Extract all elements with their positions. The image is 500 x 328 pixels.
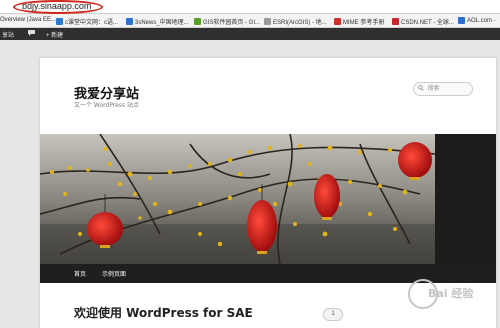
address-bar[interactable]: bdjy.sinaapp.com xyxy=(0,0,500,14)
bookmark-icon xyxy=(334,18,341,25)
bookmark-icon xyxy=(458,17,465,24)
lanterns-banner-image xyxy=(40,134,496,264)
nav-item-sample-page[interactable]: 示例页面 xyxy=(102,269,126,278)
address-highlight xyxy=(13,0,103,14)
nav-item-home[interactable]: 首页 xyxy=(74,269,86,278)
search-input[interactable]: 搜索 xyxy=(413,82,473,96)
bookmark-item[interactable]: GIS软件园首页 - GI... xyxy=(194,17,260,26)
bookmark-item[interactable]: AOL.com - xyxy=(458,17,496,24)
bookmark-item[interactable]: MIME 参考手册 xyxy=(334,17,384,26)
comment-count-bubble[interactable]: 1 xyxy=(323,308,343,321)
bookmark-icon xyxy=(126,18,133,25)
search-icon xyxy=(418,85,424,92)
search-placeholder: 搜索 xyxy=(427,86,440,92)
header-image xyxy=(40,134,496,264)
admin-new-link[interactable]: + 新建 xyxy=(46,30,63,39)
bookmark-icon xyxy=(264,18,271,25)
bookmarks-bar: Overview (Java EE... c课堂中文网：c语... 3sNews… xyxy=(0,14,500,28)
admin-site-link[interactable]: 享站 xyxy=(2,30,14,39)
bookmark-item[interactable]: c课堂中文网：c语... xyxy=(56,17,118,26)
bookmark-icon xyxy=(392,18,399,25)
admin-bar: 享站 + 新建 xyxy=(0,28,500,40)
bookmark-icon xyxy=(194,18,201,25)
bookmark-item[interactable]: Overview (Java EE... xyxy=(0,17,56,23)
bookmark-item[interactable]: 3sNews_中国地理... xyxy=(126,17,189,26)
bookmark-item[interactable]: CSDN.NET - 全球... xyxy=(392,17,454,26)
post-title[interactable]: 欢迎使用 WordPress for SAE xyxy=(74,304,253,321)
comment-icon[interactable] xyxy=(28,30,35,38)
bookmark-item[interactable]: ESRI(ArcGIS) - 地... xyxy=(264,17,327,26)
watermark-text: Bai 经验 xyxy=(428,287,474,300)
bookmark-icon xyxy=(56,18,63,25)
site-description: 又一个 WordPress 站点 xyxy=(74,102,140,109)
